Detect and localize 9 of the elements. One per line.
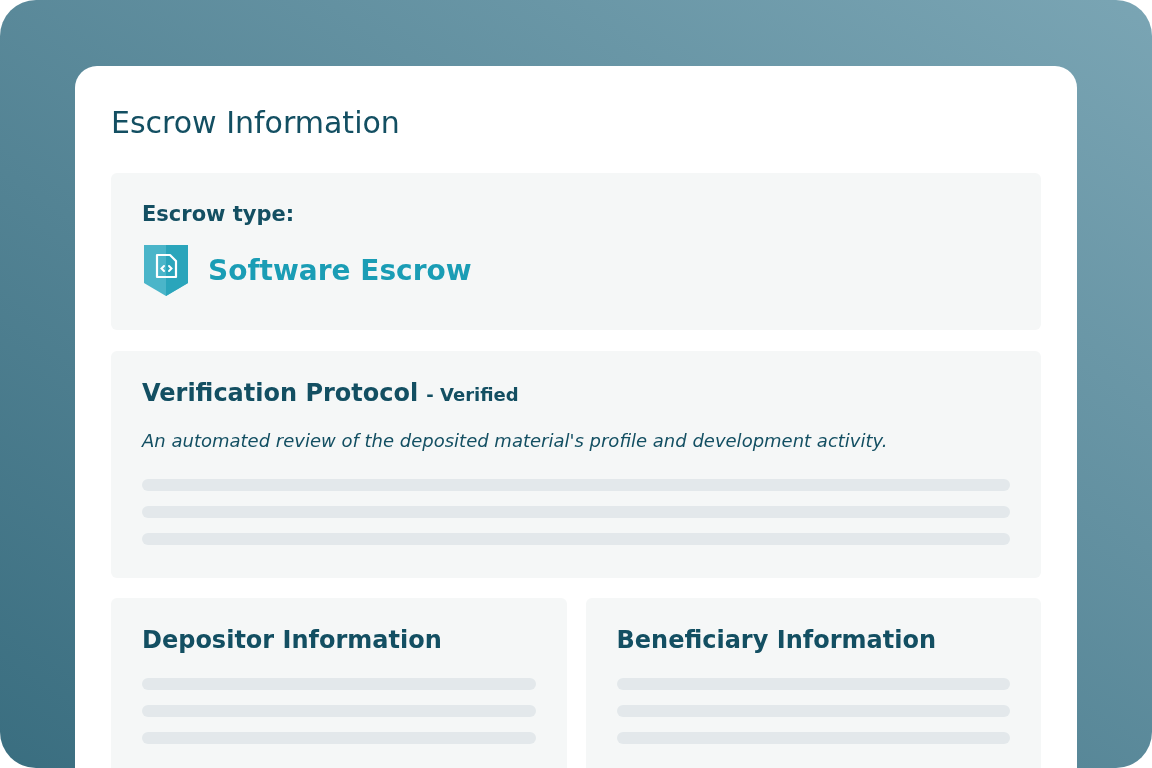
escrow-type-value: Software Escrow (208, 252, 472, 289)
section-title: Beneficiary Information (616, 625, 937, 656)
field-label: Escrow type: (142, 201, 296, 228)
section-title: Verification Protocol (142, 378, 419, 409)
section-title: Depositor Information (142, 625, 443, 656)
shield-document-icon (142, 243, 190, 298)
card-title: Escrow Information (111, 104, 401, 142)
section-description: An automated review of the deposited material's profile and development activity. (142, 429, 889, 453)
verification-status: - Verified (426, 383, 519, 407)
